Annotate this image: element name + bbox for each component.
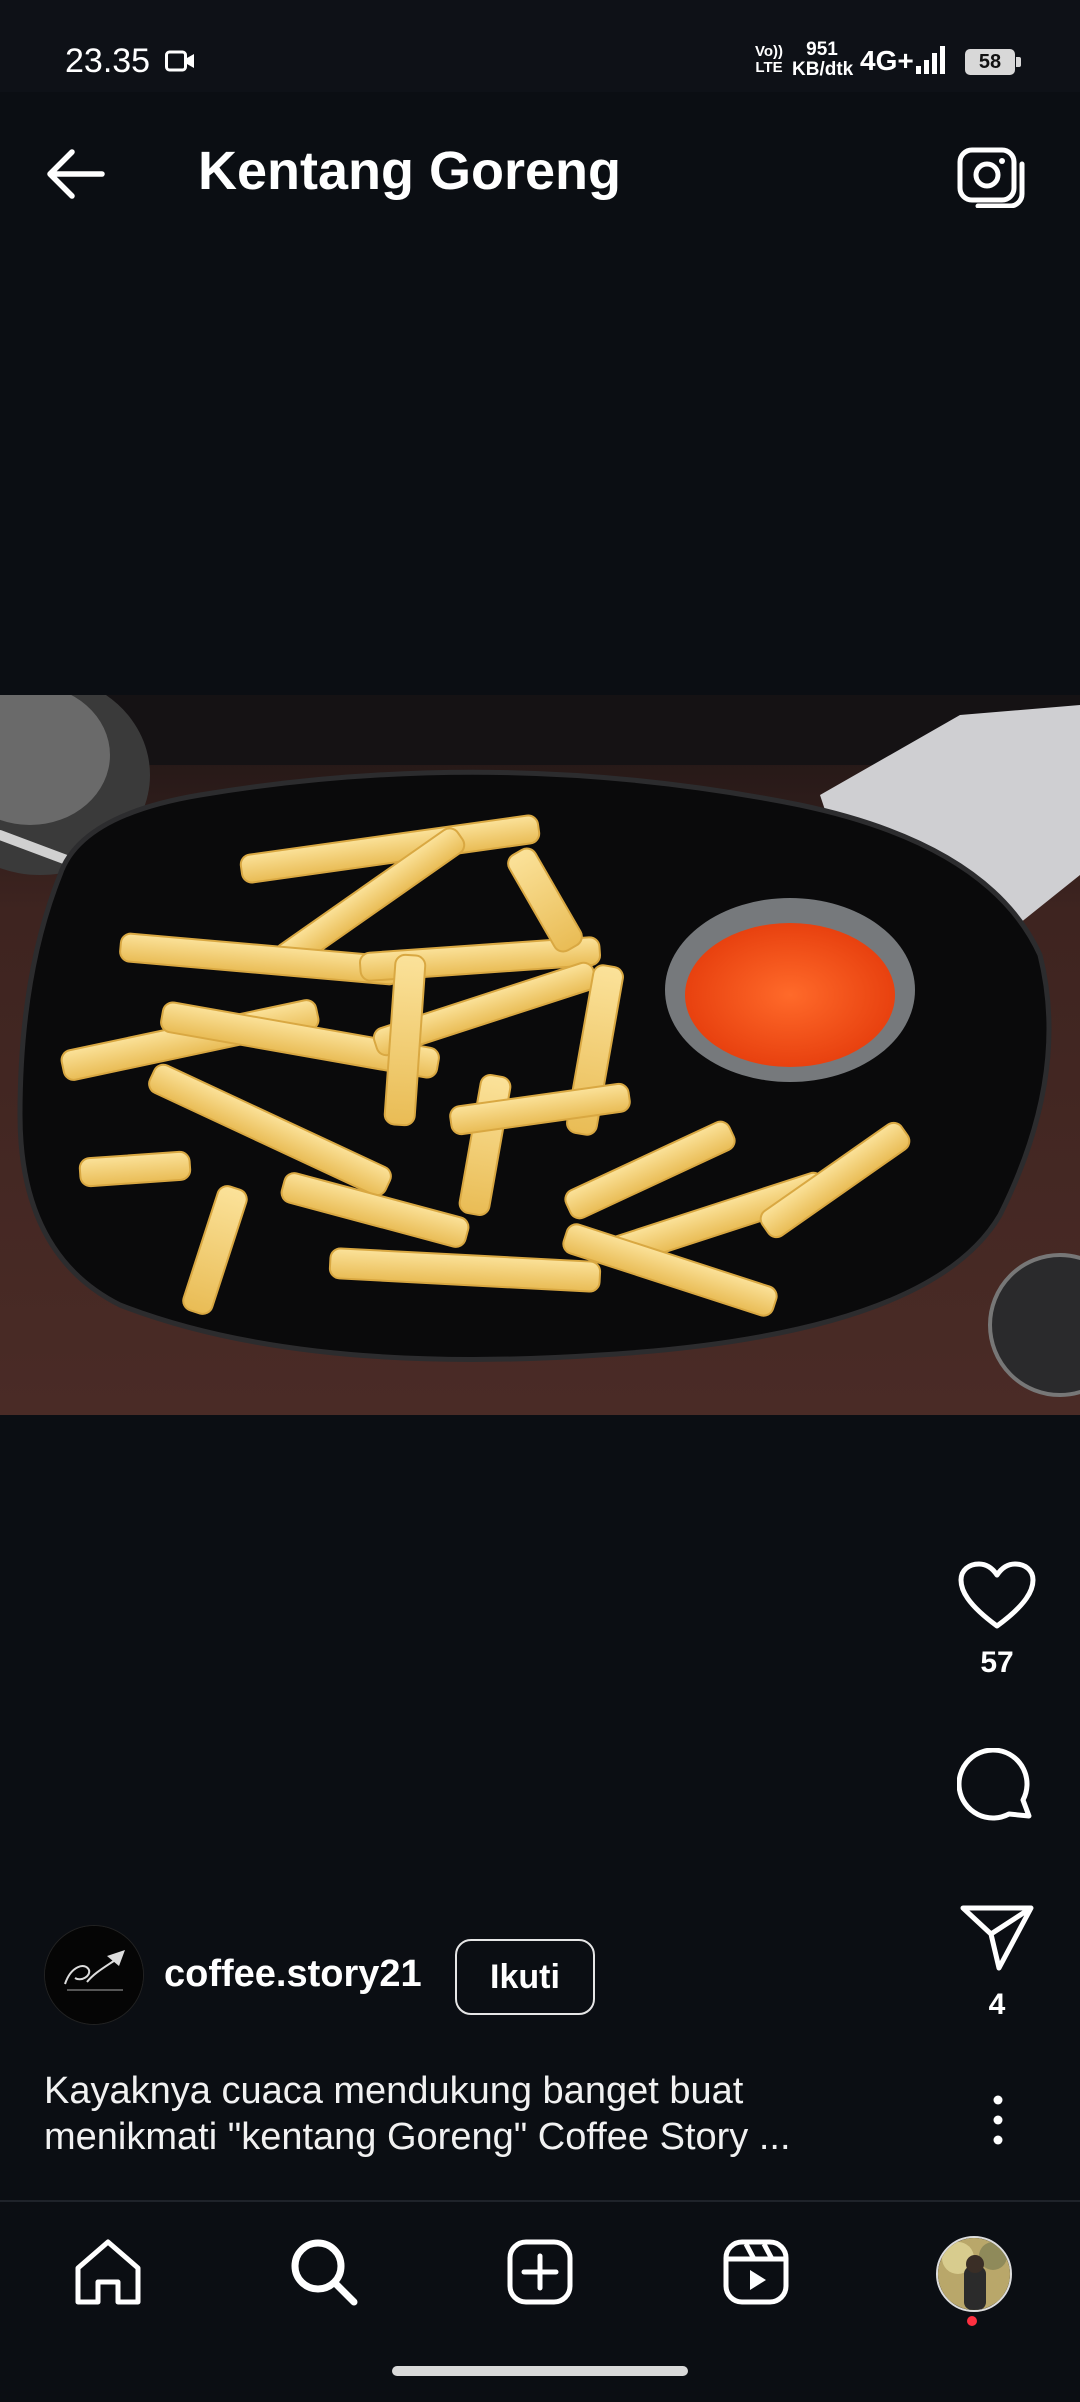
header: Kentang Goreng [0, 92, 1080, 252]
volte-indicator: Vo)) LTE [754, 43, 784, 76]
caption-line-2: menikmati "kentang Goreng" Coffee Story … [44, 2116, 791, 2158]
share-icon[interactable] [957, 1902, 1037, 1974]
like-count: 57 [980, 1646, 1014, 1679]
signal-icon [916, 46, 945, 74]
follow-button[interactable]: Ikuti [455, 1939, 595, 2015]
page-title: Kentang Goreng [198, 141, 622, 201]
notification-dot [967, 2316, 977, 2326]
network-speed: 951 KB/dtk [792, 39, 854, 80]
status-time: 23.35 [65, 42, 151, 80]
battery-indicator: 58 [965, 49, 1021, 75]
share-count: 4 [988, 1988, 1006, 2021]
profile-photo [938, 2238, 1010, 2310]
create-icon[interactable] [500, 2232, 580, 2312]
screen-record-icon [165, 50, 194, 72]
caption-line-1: Kayaknya cuaca mendukung banget buat [44, 2070, 744, 2112]
arrow-left-icon[interactable] [40, 144, 112, 204]
profile-avatar[interactable] [936, 2236, 1012, 2312]
post-author: coffee.story21 Ikuti [44, 1925, 664, 2025]
post-image [0, 695, 1080, 1415]
post-photo[interactable] [0, 695, 1080, 1415]
camera-icon[interactable] [956, 140, 1028, 208]
status-bar: 23.35 Vo)) LTE 951 KB/dtk 4G+ 58 [0, 0, 1080, 92]
comment-icon[interactable] [957, 1748, 1037, 1828]
post-caption[interactable]: Kayaknya cuaca mendukung banget buat men… [44, 2068, 884, 2160]
network-type: 4G+ [860, 45, 914, 76]
home-icon[interactable] [68, 2232, 148, 2312]
author-username[interactable]: coffee.story21 [164, 1953, 422, 1996]
home-indicator[interactable] [392, 2366, 688, 2376]
like-action: 57 [940, 1560, 1054, 1680]
reels-icon[interactable] [716, 2232, 796, 2312]
search-icon[interactable] [284, 2232, 364, 2312]
more-vertical-icon[interactable] [980, 2092, 1016, 2148]
author-avatar[interactable] [44, 1925, 144, 2025]
heart-icon[interactable] [957, 1560, 1037, 1632]
share-action: 4 [940, 1902, 1054, 2022]
coffee-story-logo [45, 1926, 143, 2024]
comment-action [940, 1748, 1054, 1828]
